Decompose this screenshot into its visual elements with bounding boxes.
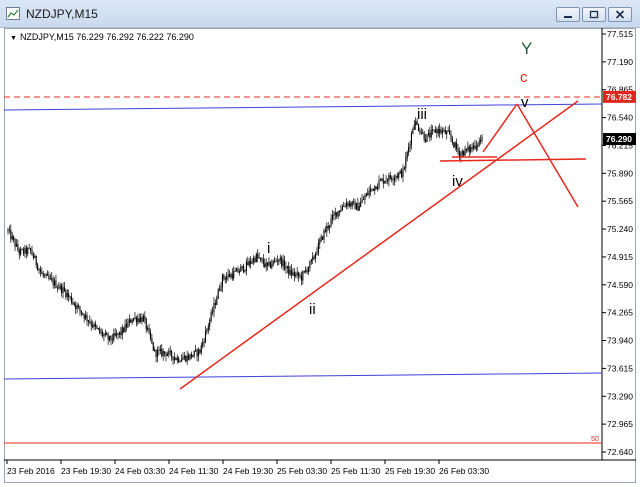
fifty-level-label: 50 — [591, 436, 599, 443]
y-tick-label: 76.540 — [607, 113, 633, 123]
y-tick-label: 77.515 — [607, 29, 633, 39]
x-tick-label: 23 Feb 2016 — [7, 466, 55, 476]
wave-label: v — [521, 94, 529, 111]
y-tick-label: 73.290 — [607, 391, 633, 401]
y-tick-label: 75.565 — [607, 196, 633, 206]
lower-blue-trendline — [3, 372, 603, 380]
red-wave-projection-up — [482, 103, 518, 153]
trendline-drawings — [179, 100, 587, 390]
y-tick-label: 74.915 — [607, 252, 633, 262]
red-horizontal-support — [439, 158, 587, 162]
x-tick-label: 26 Feb 03:30 — [439, 466, 489, 476]
y-tick-label: 77.190 — [607, 57, 633, 67]
red-support-trendline — [179, 100, 579, 390]
resistance-price-label: 76.782 — [606, 92, 632, 102]
red-wave-projection-down — [516, 103, 579, 208]
wave-label: ii — [309, 301, 316, 318]
candle-bars — [7, 117, 483, 365]
y-tick-label: 73.615 — [607, 363, 633, 373]
y-tick-label: 74.265 — [607, 308, 633, 318]
wave-label: i — [267, 240, 270, 257]
current-price-label: 76.290 — [606, 134, 632, 144]
y-tick-label: 75.890 — [607, 168, 633, 178]
upper-blue-trendline — [3, 103, 603, 111]
x-tick-label: 23 Feb 19:30 — [61, 466, 111, 476]
wave-label: Y — [521, 39, 532, 58]
x-tick-label: 24 Feb 19:30 — [223, 466, 273, 476]
x-tick-label: 25 Feb 19:30 — [385, 466, 435, 476]
wave-label: iii — [417, 106, 427, 123]
x-tick-label: 25 Feb 03:30 — [277, 466, 327, 476]
time-axis: 23 Feb 2016 23 Feb 19:30 24 Feb 03:30 24 Fe… — [6, 460, 489, 476]
x-tick-label: 24 Feb 03:30 — [115, 466, 165, 476]
y-tick-label: 75.240 — [607, 224, 633, 234]
y-tick-label: 73.940 — [607, 336, 633, 346]
wave-labels: iiiiiiivvcY — [267, 39, 532, 318]
y-tick-label: 74.590 — [607, 280, 633, 290]
x-tick-label: 25 Feb 11:30 — [331, 466, 381, 476]
y-tick-label: 72.965 — [607, 419, 633, 429]
wave-label: c — [520, 69, 528, 86]
x-tick-label: 24 Feb 11:30 — [169, 466, 219, 476]
y-tick-label: 72.640 — [607, 447, 633, 457]
wave-label: iv — [452, 173, 463, 190]
price-chart[interactable]: 77.51577.19076.86576.54076.21575.89075.5… — [0, 0, 640, 487]
